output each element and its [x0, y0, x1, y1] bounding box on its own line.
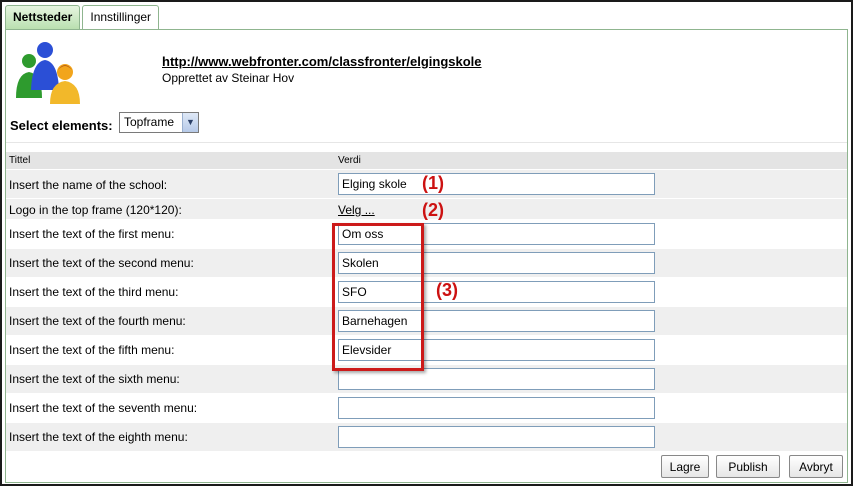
table-row: Insert the text of the second menu: Skol… — [6, 249, 847, 278]
window-frame: Nettsteder Innstillinger http://www.webf… — [0, 0, 853, 486]
table-row: Insert the text of the first menu: Om os… — [6, 220, 847, 249]
col-value-header: Verdi — [338, 155, 361, 166]
table-row: Insert the text of the third menu: SFO — [6, 278, 847, 307]
table-row: Insert the text of the sixth menu: — [6, 365, 847, 394]
select-elements-label: Select elements: — [10, 118, 113, 133]
tab-innstillinger[interactable]: Innstillinger — [82, 5, 160, 30]
annotation-3: (3) — [436, 280, 458, 300]
row-label: Insert the text of the second menu: — [9, 256, 194, 270]
users-icon — [16, 42, 80, 104]
col-title-header: Tittel — [9, 155, 31, 166]
table-row: Insert the text of the fourth menu: Barn… — [6, 307, 847, 336]
row-label: Insert the text of the fourth menu: — [9, 314, 186, 328]
row-label: Insert the text of the seventh menu: — [9, 401, 198, 415]
menu-1-input[interactable]: Om oss — [338, 223, 655, 245]
table-row: Insert the text of the seventh menu: — [6, 394, 847, 423]
table-row: Insert the text of the eighth menu: — [6, 423, 847, 452]
row-label: Logo in the top frame (120*120): — [9, 203, 182, 217]
settings-table: Tittel Verdi Insert the name of the scho… — [6, 152, 847, 452]
table-header: Tittel Verdi — [6, 152, 847, 170]
tab-bar: Nettsteder Innstillinger — [5, 5, 161, 30]
school-name-input[interactable]: Elging skole — [338, 173, 655, 195]
row-label: Insert the text of the sixth menu: — [9, 372, 180, 386]
annotation-1: (1) — [422, 173, 444, 193]
site-url-link[interactable]: http://www.webfronter.com/classfronter/e… — [162, 54, 482, 69]
divider — [6, 142, 847, 143]
menu-8-input[interactable] — [338, 426, 655, 448]
annotation-2: (2) — [422, 200, 444, 220]
row-label: Insert the text of the third menu: — [9, 285, 179, 299]
menu-7-input[interactable] — [338, 397, 655, 419]
menu-3-input[interactable]: SFO — [338, 281, 655, 303]
cancel-button[interactable]: Avbryt — [789, 455, 843, 478]
choose-logo-link[interactable]: Velg ... — [338, 203, 375, 217]
select-elements-value: Topframe — [124, 115, 175, 129]
menu-4-input[interactable]: Barnehagen — [338, 310, 655, 332]
menu-6-input[interactable] — [338, 368, 655, 390]
row-label: Insert the text of the fifth menu: — [9, 343, 175, 357]
content-panel: http://www.webfronter.com/classfronter/e… — [5, 29, 848, 483]
row-label: Insert the text of the first menu: — [9, 227, 175, 241]
select-elements-dropdown[interactable]: Topframe ▼ — [119, 112, 199, 133]
row-label: Insert the name of the school: — [9, 178, 168, 192]
menu-5-input[interactable]: Elevsider — [338, 339, 655, 361]
chevron-down-icon[interactable]: ▼ — [182, 113, 198, 132]
table-row: Insert the text of the fifth menu: Elevs… — [6, 336, 847, 365]
created-by-text: Opprettet av Steinar Hov — [162, 71, 295, 85]
publish-button[interactable]: Publish — [716, 455, 780, 478]
save-button[interactable]: Lagre — [661, 455, 709, 478]
menu-2-input[interactable]: Skolen — [338, 252, 655, 274]
row-label: Insert the text of the eighth menu: — [9, 430, 188, 444]
tab-nettsteder[interactable]: Nettsteder — [5, 5, 81, 30]
